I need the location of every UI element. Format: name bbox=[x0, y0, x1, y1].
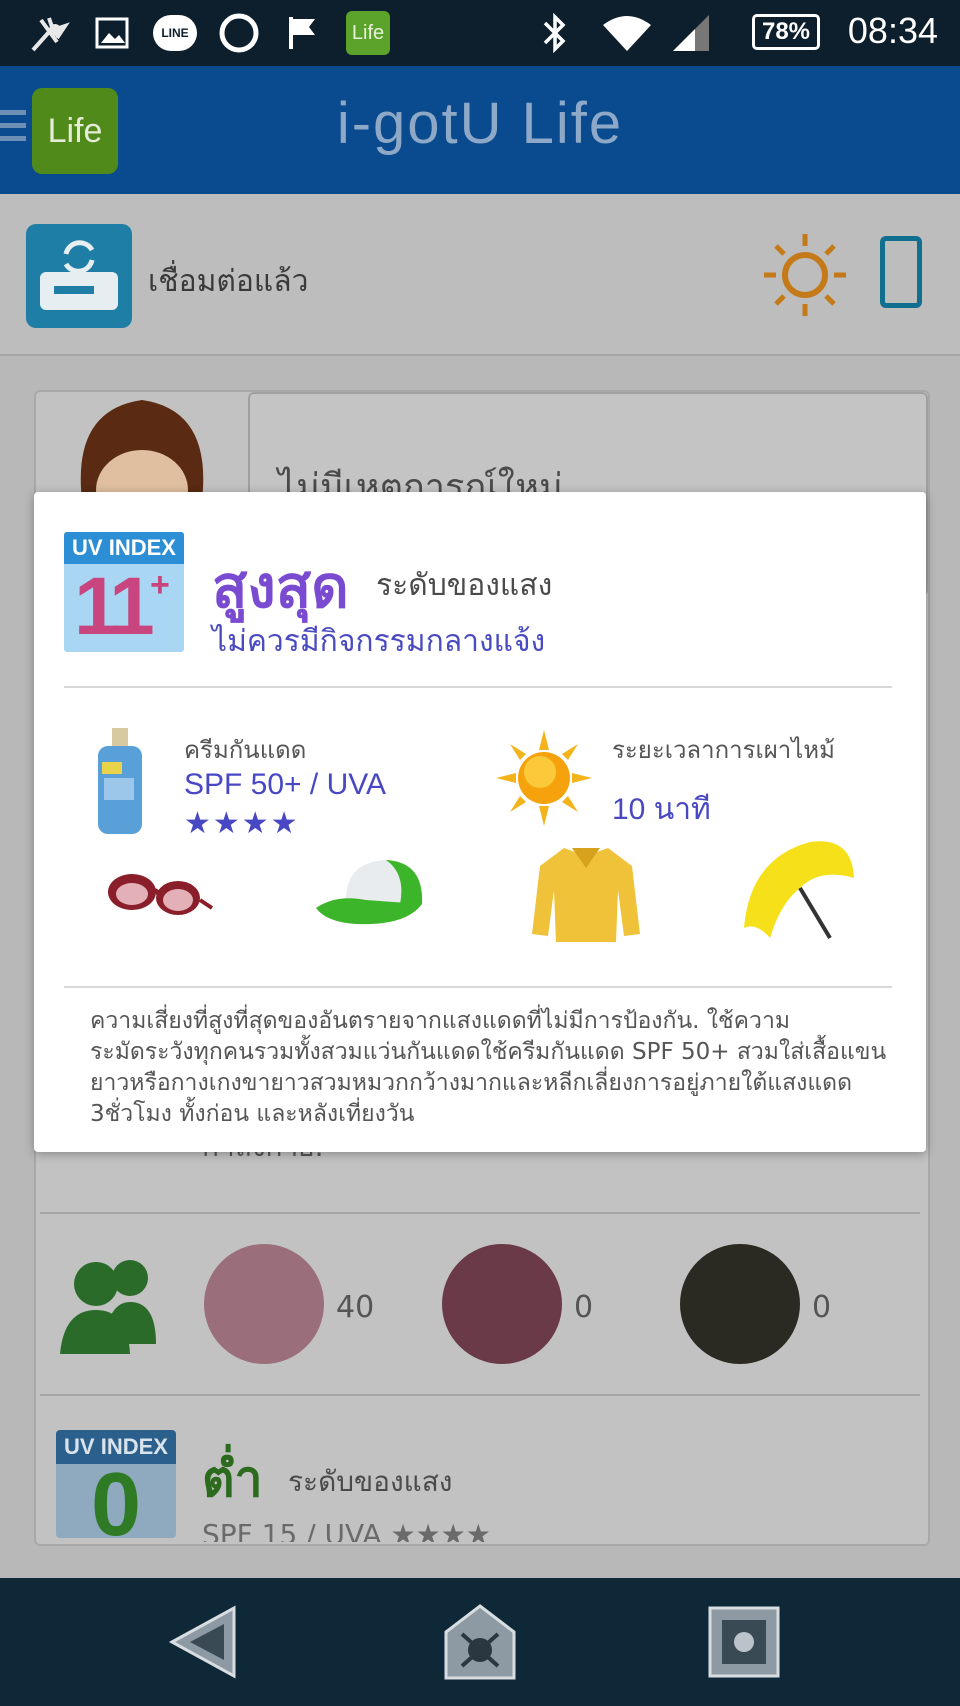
sunglasses-icon bbox=[104, 862, 214, 936]
circle-icon bbox=[218, 12, 260, 54]
uv-low-level: ต่ำ bbox=[202, 1450, 263, 1508]
uv-index-value: 11 bbox=[74, 561, 155, 652]
bug-icon bbox=[26, 12, 72, 54]
divider bbox=[64, 686, 892, 688]
friend-count-3: 0 bbox=[812, 1290, 832, 1325]
sunscreen-label: ครีมกันแดด bbox=[184, 736, 307, 764]
divider bbox=[64, 986, 892, 988]
status-bar: LINE Life 78% 08:34 bbox=[0, 0, 960, 66]
warning-text: ความเสี่ยงที่สูงที่สุดของอันตรายจากแสงแด… bbox=[90, 1008, 887, 1127]
battery-indicator: 78% bbox=[752, 14, 820, 50]
cap-icon bbox=[316, 854, 430, 934]
uv-low-spf: SPF 15 / UVA ★★★★ bbox=[202, 1518, 491, 1542]
friend-avatar-2[interactable] bbox=[442, 1244, 562, 1364]
line-icon: LINE bbox=[152, 12, 198, 54]
status-time: 08:34 bbox=[847, 10, 938, 51]
back-button[interactable] bbox=[166, 1604, 242, 1680]
burn-time-label: ระยะเวลาการเผาไหม้ bbox=[612, 736, 835, 764]
uv-low-badge: UV INDEX 0 bbox=[56, 1430, 176, 1538]
uv-low-index: 0 bbox=[90, 1455, 142, 1538]
friend-avatar-3[interactable] bbox=[680, 1244, 800, 1364]
sunscreen-stars: ★★★★ bbox=[184, 806, 300, 841]
uv-index-badge: UV INDEX 11 + bbox=[64, 532, 184, 652]
uv-level-sub: ระดับของแสง bbox=[376, 568, 553, 603]
long-sleeve-shirt-icon bbox=[528, 844, 644, 948]
bluetooth-icon bbox=[540, 12, 570, 54]
uv-advice: ไม่ควรมีกิจกรรมกลางแจ้ง bbox=[212, 624, 546, 659]
wifi-icon bbox=[600, 12, 654, 54]
recent-apps-button[interactable] bbox=[706, 1604, 782, 1680]
avatar bbox=[62, 400, 222, 530]
device-sync-icon[interactable] bbox=[26, 224, 132, 328]
image-icon bbox=[94, 12, 130, 54]
friend-avatar-1[interactable] bbox=[204, 1244, 324, 1364]
uv-low-level-sub: ระดับของแสง bbox=[288, 1465, 453, 1498]
umbrella-icon bbox=[740, 838, 858, 952]
app-title: i-gotU Life bbox=[336, 91, 624, 156]
app-bar: Life i-gotU Life bbox=[0, 66, 960, 194]
friends-row: 40 0 0 bbox=[40, 1212, 920, 1396]
line-icon-label: LINE bbox=[153, 15, 197, 51]
burn-time-value: 10 นาที bbox=[612, 793, 711, 826]
navigation-bar bbox=[0, 1578, 960, 1706]
friend-count-2: 0 bbox=[574, 1290, 594, 1325]
sunscreen-value: SPF 50+ / UVA bbox=[184, 768, 387, 801]
uv-index-plus: + bbox=[150, 566, 170, 604]
connection-status: เชื่อมต่อแล้ว bbox=[148, 264, 309, 299]
home-button[interactable] bbox=[442, 1604, 518, 1680]
signal-icon bbox=[670, 12, 712, 54]
sun-burn-icon bbox=[494, 728, 594, 832]
sun-icon bbox=[760, 230, 850, 324]
connection-row: เชื่อมต่อแล้ว bbox=[0, 194, 960, 356]
life-app-icon-label: Life bbox=[346, 11, 390, 55]
device-battery-icon bbox=[880, 236, 922, 308]
friend-count-1: 40 bbox=[336, 1290, 375, 1325]
friends-steps-icon bbox=[60, 1254, 170, 1368]
sunscreen-bottle-icon bbox=[92, 728, 148, 840]
flag-icon bbox=[286, 12, 320, 54]
uv-detail-dialog: UV INDEX 11 + สูงสุด ระดับของแสง ไม่ควรม… bbox=[34, 492, 926, 1152]
life-app-icon: Life bbox=[346, 11, 390, 55]
